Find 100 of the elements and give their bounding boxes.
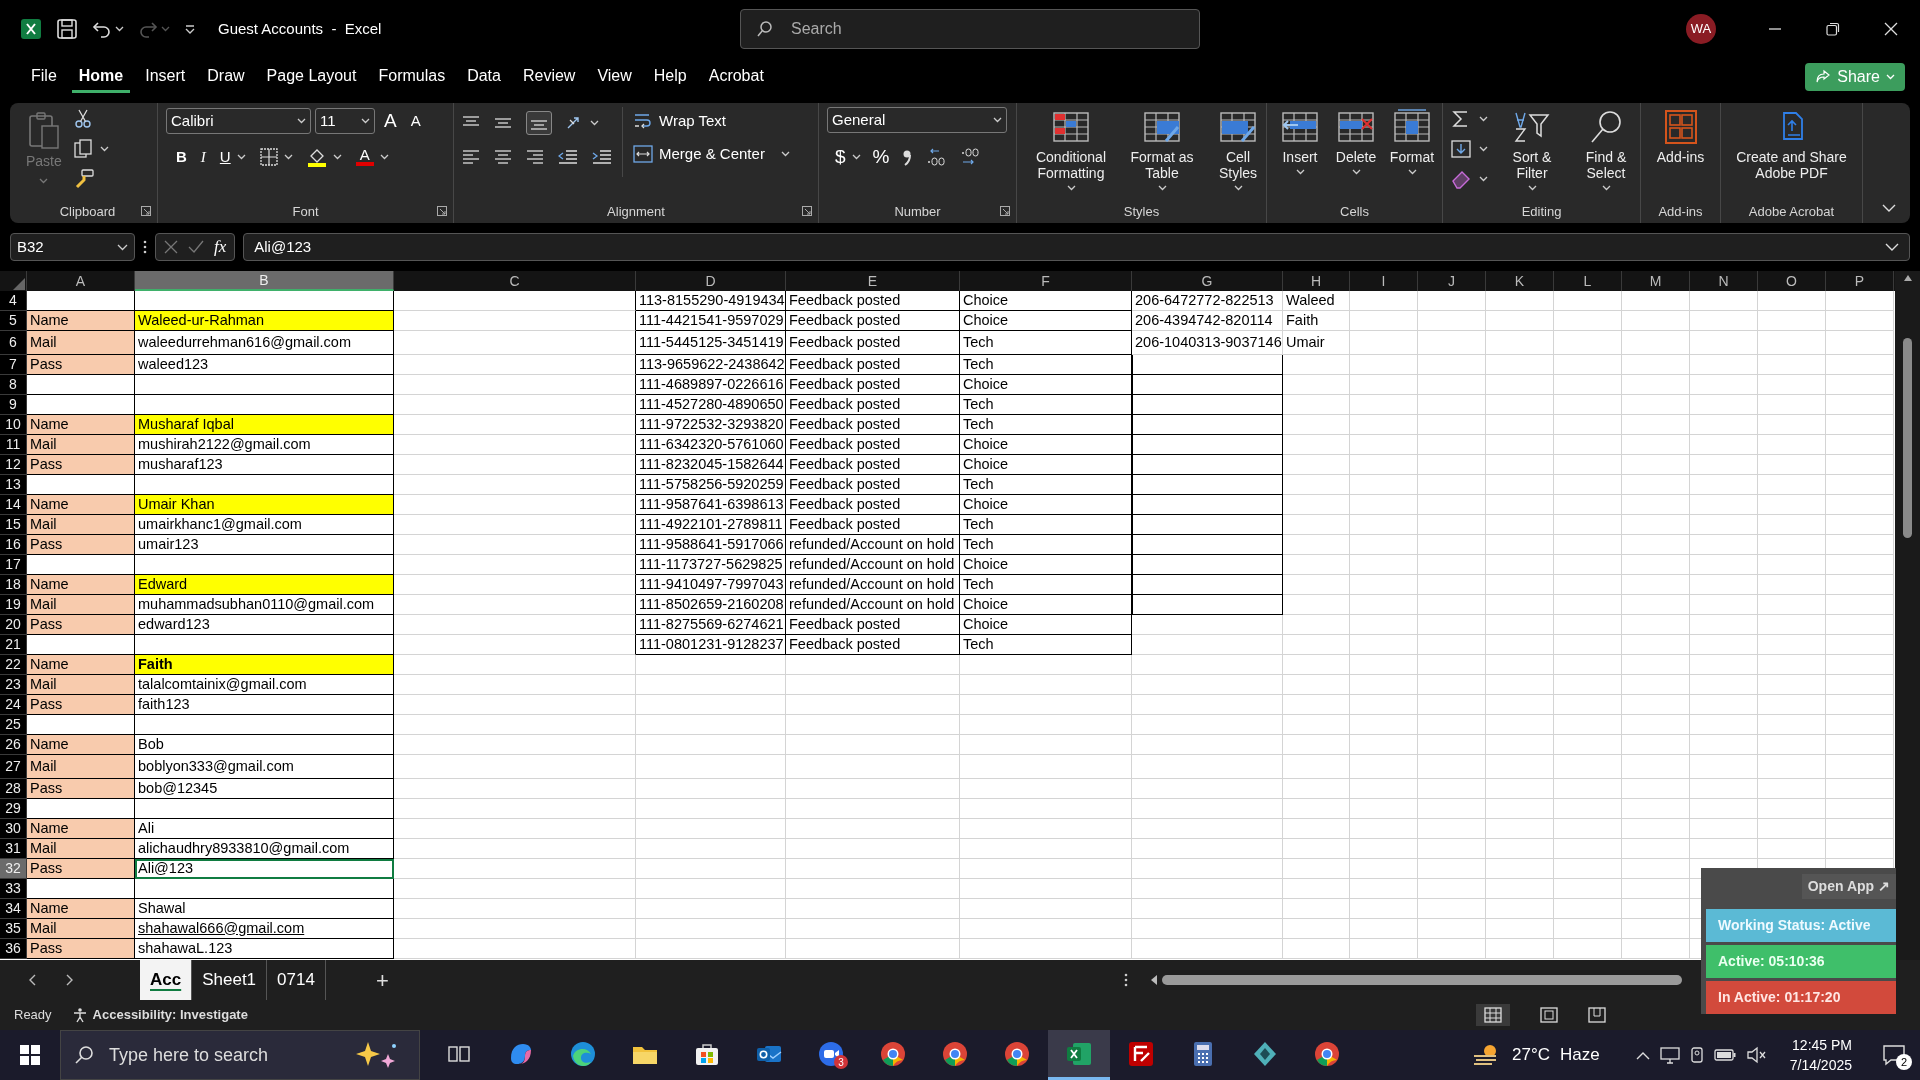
column-header[interactable]: J	[1418, 271, 1486, 291]
font-size-dropdown[interactable]: 11	[315, 108, 375, 135]
row-header[interactable]: 20	[0, 615, 27, 635]
table-cell: Name	[27, 899, 135, 919]
row-header[interactable]: 16	[0, 535, 27, 555]
row-header[interactable]: 4	[0, 291, 27, 311]
column-header[interactable]: O	[1758, 271, 1826, 291]
open-app-button[interactable]: Open App ↗	[1801, 874, 1896, 899]
row-header[interactable]: 12	[0, 455, 27, 475]
row-header[interactable]: 14	[0, 495, 27, 515]
currency-button[interactable]: $	[835, 143, 846, 172]
row-header[interactable]: 17	[0, 555, 27, 575]
row-header[interactable]: 32	[0, 859, 27, 879]
row-header[interactable]: 8	[0, 375, 27, 395]
row-header[interactable]: 25	[0, 715, 27, 735]
table-cell: Tech	[960, 355, 1132, 375]
create-pdf-button[interactable]: Create and Share Adobe PDF	[1729, 107, 1854, 181]
row-header[interactable]: 10	[0, 415, 27, 435]
ribbon-tab[interactable]: Help	[646, 61, 694, 93]
row-header[interactable]: 11	[0, 435, 27, 455]
row-header[interactable]: 28	[0, 779, 27, 799]
column-header[interactable]: K	[1486, 271, 1554, 291]
sheet-tab[interactable]: Acc	[140, 960, 193, 1000]
ribbon-button[interactable]: Cell Styles	[1207, 107, 1269, 191]
search-field[interactable]: Search	[740, 9, 1200, 49]
font-family-dropdown[interactable]: Calibri	[166, 108, 311, 135]
column-header[interactable]: I	[1350, 271, 1418, 291]
ribbon-tab[interactable]: Insert	[138, 61, 193, 93]
formula-input[interactable]: Ali@123	[243, 233, 1910, 261]
column-header[interactable]: D	[636, 271, 786, 291]
taskbar-search-field[interactable]: Type here to search	[60, 1030, 420, 1080]
ribbon-button[interactable]: Conditional Formatting	[1025, 107, 1117, 191]
wrap-text-button[interactable]: Wrap Text	[633, 110, 790, 133]
row-header[interactable]: 9	[0, 395, 27, 415]
increase-font-button[interactable]: A	[379, 107, 402, 136]
ribbon-button[interactable]: Find & Select	[1576, 107, 1636, 191]
row-header[interactable]: 13	[0, 475, 27, 495]
column-header[interactable]: E	[786, 271, 960, 291]
ribbon-tab[interactable]: Data	[460, 61, 508, 93]
row-header[interactable]: 33	[0, 879, 27, 899]
ribbon-button[interactable]: Delete	[1331, 107, 1381, 175]
ribbon-tab[interactable]: Acrobat	[701, 61, 771, 93]
row-header[interactable]: 30	[0, 819, 27, 839]
merge-center-button[interactable]: Merge & Center	[633, 142, 765, 165]
row-header[interactable]: 34	[0, 899, 27, 919]
column-header[interactable]: M	[1622, 271, 1690, 291]
ribbon-tab[interactable]: Home	[71, 61, 131, 93]
italic-button[interactable]: I	[200, 145, 206, 168]
row-header[interactable]: 36	[0, 939, 27, 959]
row-header[interactable]: 31	[0, 839, 27, 859]
row-header[interactable]: 29	[0, 799, 27, 819]
row-header[interactable]: 18	[0, 575, 27, 595]
insert-function-button[interactable]: fx	[214, 234, 227, 260]
ribbon-tab[interactable]: Review	[515, 61, 583, 93]
ribbon-tab[interactable]: Page Layout	[259, 61, 364, 93]
row-header[interactable]: 24	[0, 695, 27, 715]
group-label: Styles	[1123, 203, 1160, 222]
row-header[interactable]: 19	[0, 595, 27, 615]
row-header[interactable]: 23	[0, 675, 27, 695]
row-header[interactable]: 6	[0, 331, 27, 355]
avatar[interactable]: WA	[1686, 14, 1716, 44]
row-header[interactable]: 35	[0, 919, 27, 939]
row-header[interactable]: 26	[0, 735, 27, 755]
ribbon-tab[interactable]: File	[24, 61, 64, 93]
accessibility-button[interactable]: Accessibility: Investigate	[71, 1005, 248, 1025]
add-ins-button[interactable]: Add-ins	[1649, 107, 1712, 165]
row-header[interactable]: 5	[0, 311, 27, 331]
ribbon-button[interactable]: Format as Table	[1123, 107, 1201, 191]
taskbar-app-button[interactable]: 3	[800, 1030, 862, 1080]
column-header[interactable]: N	[1690, 271, 1758, 291]
column-header[interactable]: L	[1554, 271, 1622, 291]
column-header[interactable]: B	[135, 271, 394, 291]
group-label: Add-ins	[1658, 203, 1703, 222]
name-box[interactable]: B32	[10, 233, 135, 261]
number-format-dropdown[interactable]: General	[827, 107, 1007, 133]
ribbon-tab[interactable]: View	[590, 61, 639, 93]
ribbon-tab[interactable]: Formulas	[371, 61, 453, 93]
bold-button[interactable]: B	[176, 145, 187, 168]
row-header[interactable]: 21	[0, 635, 27, 655]
column-header[interactable]: G	[1132, 271, 1283, 291]
ribbon-button[interactable]: Insert	[1275, 107, 1325, 175]
row-header[interactable]: 27	[0, 755, 27, 779]
column-header[interactable]: C	[394, 271, 636, 291]
column-header[interactable]: H	[1283, 271, 1350, 291]
row-header[interactable]: 22	[0, 655, 27, 675]
percent-button[interactable]: %	[872, 143, 890, 172]
underline-button[interactable]: U	[219, 145, 231, 168]
email-link[interactable]: shahawal666@gmail.com	[135, 919, 394, 939]
decrease-font-button[interactable]: A	[405, 110, 426, 133]
column-header[interactable]: F	[960, 271, 1132, 291]
ribbon-button[interactable]: Sort & Filter	[1502, 107, 1562, 191]
row-header[interactable]: 15	[0, 515, 27, 535]
ribbon-button[interactable]: Format	[1387, 107, 1437, 175]
add-sheet-button[interactable]: +	[375, 963, 389, 997]
ribbon-tab[interactable]: Draw	[200, 61, 252, 93]
table-cell: waleedurrehman616@gmail.com	[135, 331, 394, 355]
table-cell: 111-4421541-9597029	[636, 311, 786, 331]
row-header[interactable]: 7	[0, 355, 27, 375]
font-color-button[interactable]: A	[355, 147, 374, 167]
column-header[interactable]: P	[1826, 271, 1894, 291]
